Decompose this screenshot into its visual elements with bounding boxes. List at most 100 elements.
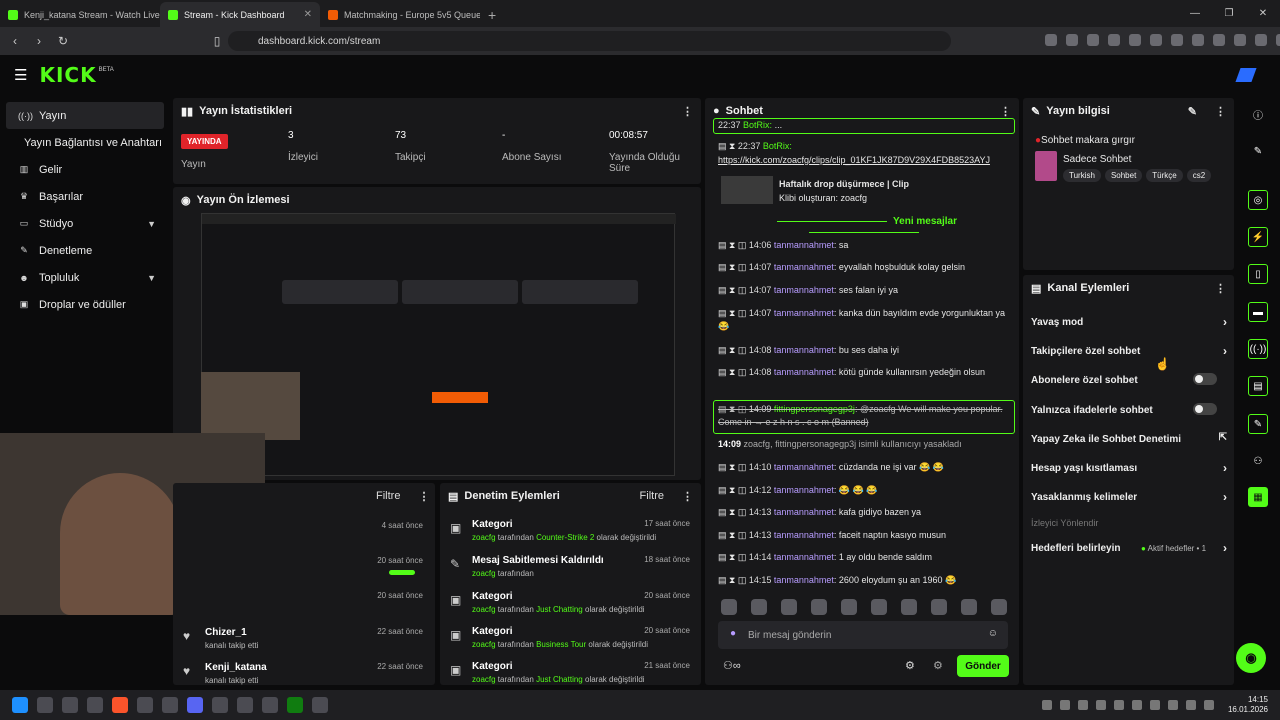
emote-icon[interactable] — [811, 599, 827, 615]
mic-icon[interactable]: ● — [730, 628, 736, 639]
sidebar-item-denetleme[interactable]: ✎ Denetleme — [6, 237, 164, 264]
chat-username[interactable]: tanmannahmet — [774, 552, 834, 562]
chat-username[interactable]: tanmannahmet — [774, 240, 834, 250]
account-age-action[interactable]: Hesap yaşı kısıtlaması › — [1031, 461, 1227, 475]
bookmark-icon[interactable]: ▯ — [210, 34, 224, 48]
pencil-icon[interactable]: ✎ — [1248, 141, 1268, 161]
emote-icon[interactable] — [901, 599, 917, 615]
edit-icon[interactable]: ✎ — [1188, 105, 1197, 118]
chat-username[interactable]: tanmannahmet — [774, 485, 834, 495]
url-field[interactable]: dashboard.kick.com/stream — [228, 31, 951, 51]
clip-title[interactable]: Haftalık drop düşürmece | Clip — [779, 178, 999, 191]
sidebar-item-basarilar[interactable]: ♛ Başarılar — [6, 183, 164, 210]
reload-icon[interactable]: ↻ — [56, 34, 70, 48]
sidebar-item-stream-key[interactable]: Yayın Bağlantısı ve Anahtarı — [6, 129, 164, 156]
tab-kick-dashboard[interactable]: Stream - Kick Dashboard ✕ — [160, 2, 320, 27]
clip-thumbnail[interactable] — [721, 176, 773, 204]
emote-icon[interactable] — [991, 599, 1007, 615]
emoji-icon[interactable]: ☺ — [988, 628, 998, 639]
tray-icon[interactable] — [1203, 700, 1214, 710]
close-tab-icon[interactable]: ✕ — [304, 9, 312, 20]
taskbar-app-icon[interactable] — [87, 697, 103, 713]
windows-start-icon[interactable] — [12, 697, 28, 713]
taskbar-app-icon[interactable] — [62, 697, 78, 713]
maximize-icon[interactable]: ❐ — [1212, 8, 1246, 19]
sidebar-item-gelir[interactable]: ▥ Gelir — [6, 156, 164, 183]
chat-username[interactable]: tanmannahmet — [774, 308, 834, 318]
chat-username[interactable]: tanmannahmet — [774, 285, 834, 295]
tray-icon[interactable] — [1077, 700, 1088, 710]
people-icon[interactable]: ⚇ — [1248, 451, 1268, 471]
emote-icon[interactable] — [871, 599, 887, 615]
menu-icon[interactable]: ☰ — [14, 66, 27, 84]
chat-username[interactable]: tanmannahmet — [774, 262, 834, 272]
subscribers-only-toggle[interactable] — [1193, 373, 1217, 385]
clipboard-icon[interactable]: ▯ — [1248, 264, 1268, 284]
emote-icon[interactable] — [721, 599, 737, 615]
close-window-icon[interactable]: ✕ — [1246, 8, 1280, 19]
sidebar-item-droplar[interactable]: ▣ Droplar ve ödüller — [6, 291, 164, 318]
tray-icon[interactable] — [1185, 700, 1196, 710]
tray-icon[interactable] — [1131, 700, 1142, 710]
tab-kenji-stream[interactable]: Kenji_katana Stream - Watch Live✕ — [0, 2, 160, 27]
extension-icon[interactable] — [1276, 34, 1280, 46]
forward-icon[interactable]: › — [32, 34, 46, 48]
users-icon[interactable]: ⚇∞ — [723, 659, 741, 672]
emote-icon[interactable] — [841, 599, 857, 615]
more-icon[interactable]: ⋮ — [682, 105, 693, 118]
tray-icon[interactable] — [1095, 700, 1106, 710]
sidebar-item-topluluk[interactable]: ☻ Topluluk ▼ — [6, 264, 164, 291]
new-tab-button[interactable]: + — [480, 2, 504, 27]
gear-icon[interactable]: ⚙ — [905, 659, 915, 672]
broadcast-icon[interactable]: ((·)) — [1248, 339, 1268, 359]
set-goals-action[interactable]: Hedefleri belirleyin ● Aktif hedefler • 1… — [1031, 541, 1227, 555]
filter-button[interactable]: Filtre — [376, 490, 400, 502]
clip-link[interactable]: https://kick.com/zoacfg/clips/clip_01KF1… — [718, 154, 1008, 167]
more-icon[interactable]: ⋮ — [682, 490, 693, 503]
info-icon[interactable]: ⓘ — [1248, 104, 1268, 124]
chat-username[interactable]: tanmannahmet — [774, 367, 834, 377]
taskbar-app-icon[interactable] — [137, 697, 153, 713]
extension-icon[interactable] — [1234, 34, 1246, 46]
discord-icon[interactable] — [187, 697, 203, 713]
mod-settings-icon[interactable]: ⚙ — [933, 659, 943, 672]
extension-icon[interactable] — [1213, 34, 1225, 46]
slow-mode-action[interactable]: Yavaş mod › — [1031, 315, 1227, 329]
taskbar-app-icon[interactable] — [212, 697, 228, 713]
lightning-icon[interactable]: ⚡ — [1248, 227, 1268, 247]
wrench-icon[interactable]: ✎ — [1248, 414, 1268, 434]
steam-icon[interactable] — [162, 697, 178, 713]
more-icon[interactable]: ⋮ — [1215, 105, 1226, 118]
camera-icon[interactable]: ◎ — [1248, 190, 1268, 210]
profile-icon[interactable] — [1235, 68, 1257, 82]
followers-only-action[interactable]: Takipçilere özel sohbet › — [1031, 344, 1227, 358]
back-icon[interactable]: ‹ — [8, 34, 22, 48]
ai-moderation-action[interactable]: Yapay Zeka ile Sohbet Denetimi ⇱ — [1031, 432, 1227, 445]
extension-icon[interactable] — [1255, 34, 1267, 46]
emote-icon[interactable] — [931, 599, 947, 615]
chat-username[interactable]: tanmannahmet — [774, 345, 834, 355]
more-icon[interactable]: ⋮ — [1000, 105, 1011, 118]
tray-icon[interactable] — [1167, 700, 1178, 710]
tab-matchmaking[interactable]: Matchmaking - Europe 5v5 Queue - F✕ — [320, 2, 480, 27]
extension-icon[interactable] — [1171, 34, 1183, 46]
chat-username[interactable]: tanmannahmet — [774, 507, 834, 517]
extension-icon[interactable] — [1045, 34, 1057, 46]
extension-icon[interactable] — [1150, 34, 1162, 46]
extension-icon[interactable] — [1129, 34, 1141, 46]
taskbar-app-icon[interactable] — [37, 697, 53, 713]
tray-icon[interactable] — [1149, 700, 1160, 710]
chat-bubble-icon[interactable]: ▬ — [1248, 302, 1268, 322]
more-icon[interactable]: ⋮ — [1215, 282, 1226, 295]
extension-icon[interactable] — [1066, 34, 1078, 46]
tray-icon[interactable] — [1113, 700, 1124, 710]
extension-icon[interactable] — [1108, 34, 1120, 46]
help-icon[interactable]: ◉ — [1236, 643, 1266, 673]
chat-username[interactable]: tanmannahmet — [774, 575, 834, 585]
chat-username[interactable]: tanmannahmet — [774, 462, 834, 472]
tray-icon[interactable] — [1059, 700, 1070, 710]
layout-icon[interactable]: ▤ — [1248, 376, 1268, 396]
filter-button[interactable]: Filtre — [640, 490, 664, 502]
extension-icon[interactable] — [1192, 34, 1204, 46]
xbox-icon[interactable] — [287, 697, 303, 713]
